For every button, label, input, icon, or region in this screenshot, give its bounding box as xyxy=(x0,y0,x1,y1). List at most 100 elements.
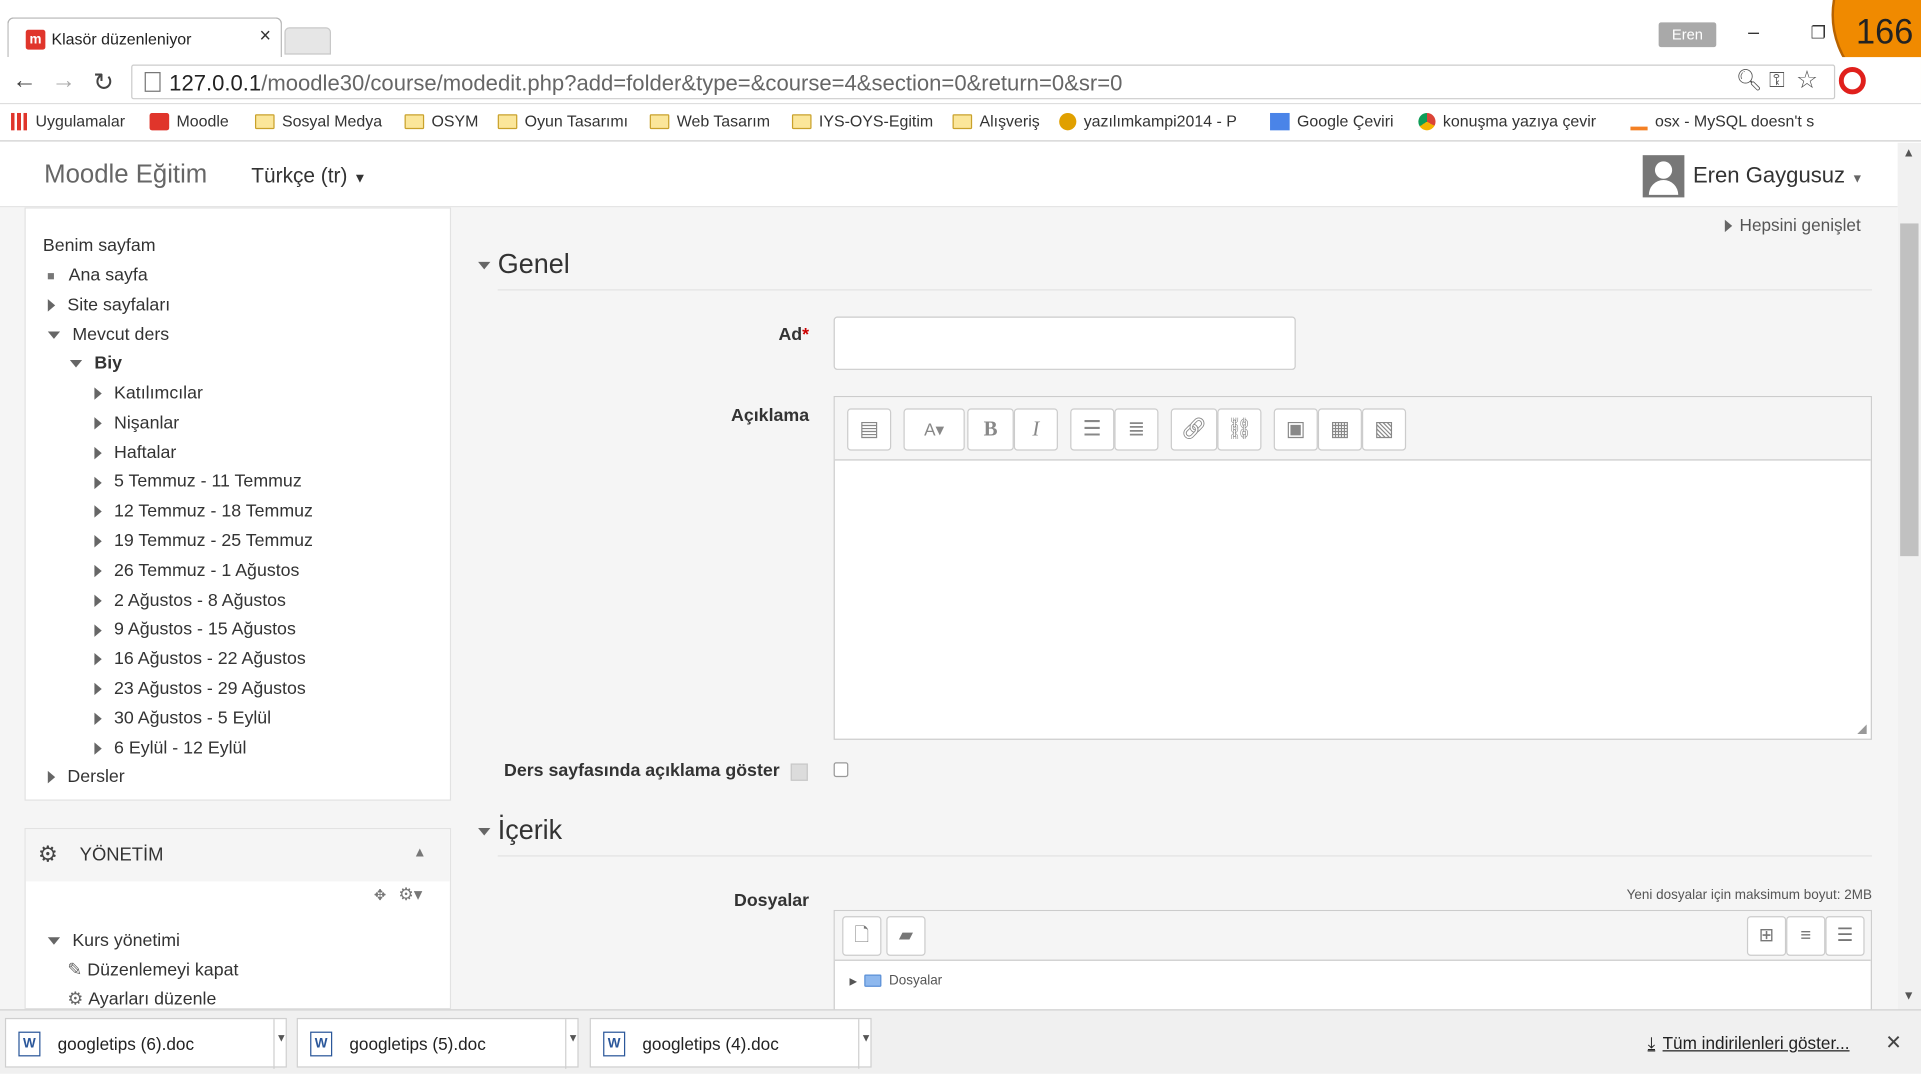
opera-icon[interactable] xyxy=(1838,67,1866,95)
bookmark-speech[interactable]: konuşma yazıya çevir xyxy=(1418,112,1596,130)
create-folder-icon[interactable]: ▰ xyxy=(886,916,926,956)
scrollbar-thumb[interactable] xyxy=(1900,223,1919,557)
font-style-icon[interactable]: A▾ xyxy=(903,408,965,451)
bookmark-moodle[interactable]: Moodle xyxy=(149,112,229,130)
scroll-down-icon[interactable]: ▼ xyxy=(1903,989,1915,1003)
new-tab-button[interactable] xyxy=(284,27,331,55)
nav-course-item[interactable]: 26 Temmuz - 1 Ağustos xyxy=(94,561,299,581)
nav-site-pages[interactable]: Site sayfaları xyxy=(47,295,170,315)
profile-button[interactable]: Eren xyxy=(1658,22,1717,48)
user-avatar[interactable] xyxy=(1642,155,1685,198)
description-editor[interactable]: ▤ A▾ B I ☰ ≣ 🔗︎ ⛓ ▣ ▦ ▧ ◢ xyxy=(833,396,1872,740)
nav-course-item[interactable]: 30 Ağustos - 5 Eylül xyxy=(94,709,271,728)
download-item[interactable]: Wgoogletips (6).doc ▼ xyxy=(4,1017,288,1069)
tab-close-icon[interactable]: × xyxy=(259,26,270,48)
collapse-block-icon[interactable]: ▲ xyxy=(413,845,426,860)
nav-course-item[interactable]: 19 Temmuz - 25 Temmuz xyxy=(94,531,313,551)
nav-course-item[interactable]: 6 Eylül - 12 Eylül xyxy=(94,738,246,758)
name-input[interactable] xyxy=(833,316,1296,370)
nav-course-item[interactable]: 5 Temmuz - 11 Temmuz xyxy=(94,472,302,492)
link-icon[interactable]: 🔗︎ xyxy=(1170,408,1218,451)
back-icon[interactable]: ← xyxy=(12,67,37,96)
turn-editing-off-link[interactable]: ✎ Düzenlemeyi kapat xyxy=(67,961,238,981)
bookmark-apps[interactable]: Uygulamalar xyxy=(11,112,125,130)
resize-handle-icon[interactable]: ◢ xyxy=(1857,722,1866,736)
folder-tree-item[interactable]: ▶ Dosyalar xyxy=(850,973,943,988)
show-all-downloads-link[interactable]: ⤓ Tüm indirilenleri göster... xyxy=(1648,1033,1850,1054)
show-description-checkbox[interactable] xyxy=(833,762,849,778)
section-general-header[interactable]: Genel xyxy=(478,248,570,280)
grid-view-icon[interactable]: ⊞ xyxy=(1746,916,1787,956)
browser-tab[interactable]: m Klasör düzenleniyor × xyxy=(7,17,282,58)
address-bar[interactable]: 127.0.0.1/moodle30/course/modedit.php?ad… xyxy=(131,64,1836,100)
zoom-icon[interactable]: 🔍︎ xyxy=(1736,68,1762,93)
show-description-label: Ders sayfasında açıklama göster xyxy=(503,760,780,781)
nav-course-item[interactable]: Nişanlar xyxy=(94,413,179,433)
bookmark-folder[interactable]: Alışveriş xyxy=(952,112,1040,130)
download-menu-icon[interactable]: ▼ xyxy=(273,1019,288,1069)
bookmark-folder[interactable]: Sosyal Medya xyxy=(254,112,382,130)
file-manager[interactable]: 🗋 ▰ ⊞ ≡ ☰ ▶ Dosyalar xyxy=(833,909,1872,1012)
expand-all-link[interactable]: Hepsini genişlet xyxy=(1724,215,1861,235)
site-brand[interactable]: Moodle Eğitim xyxy=(44,160,207,190)
user-name: Eren Gaygusuz xyxy=(1692,162,1846,188)
bold-icon[interactable]: B xyxy=(967,408,1014,451)
tree-view-icon[interactable]: ☰ xyxy=(1825,916,1865,956)
list-view-icon[interactable]: ≡ xyxy=(1786,916,1826,956)
bookmark-folder[interactable]: OSYM xyxy=(404,112,478,130)
key-icon[interactable]: ⚿ xyxy=(1769,68,1785,93)
editor-toolbar: ▤ A▾ B I ☰ ≣ 🔗︎ ⛓ ▣ ▦ ▧ xyxy=(834,397,1871,461)
stackoverflow-icon xyxy=(1630,112,1648,130)
nav-current-course[interactable]: Mevcut ders xyxy=(47,325,169,345)
scroll-up-icon[interactable]: ▲ xyxy=(1903,146,1915,160)
unlink-icon[interactable]: ⛓ xyxy=(1217,408,1262,451)
edit-settings-link[interactable]: ⚙ Ayarları düzenle xyxy=(67,989,216,1009)
nav-courses[interactable]: Dersler xyxy=(47,767,125,787)
help-icon[interactable] xyxy=(790,763,808,781)
reload-icon[interactable]: ↻ xyxy=(93,67,114,98)
forward-icon[interactable]: → xyxy=(51,67,76,96)
restore-icon[interactable]: ❐ xyxy=(1811,22,1826,43)
bookmark-stackoverflow[interactable]: osx - MySQL doesn't s xyxy=(1630,112,1814,130)
download-menu-icon[interactable]: ▼ xyxy=(565,1019,580,1069)
image-icon[interactable]: ▣ xyxy=(1273,408,1318,451)
download-item[interactable]: Wgoogletips (4).doc ▼ xyxy=(589,1017,873,1069)
download-menu-icon[interactable]: ▼ xyxy=(858,1019,873,1069)
nav-course[interactable]: Biy xyxy=(69,354,122,374)
nav-home[interactable]: Ana sayfa xyxy=(47,266,148,286)
download-item[interactable]: Wgoogletips (5).doc ▼ xyxy=(296,1017,580,1069)
bookmark-star-icon[interactable]: ☆ xyxy=(1796,65,1818,96)
block-header: ⚙ YÖNETİM ▲ xyxy=(25,829,450,882)
section-content-header[interactable]: İçerik xyxy=(478,814,562,846)
add-file-icon[interactable]: 🗋 xyxy=(842,916,882,956)
move-icon[interactable]: ✥ xyxy=(374,886,386,903)
nav-course-admin[interactable]: Kurs yönetimi xyxy=(47,931,180,951)
media-icon[interactable]: ▦ xyxy=(1317,408,1362,451)
nav-course-item[interactable]: 12 Temmuz - 18 Temmuz xyxy=(94,502,313,522)
nav-course-item[interactable]: Haftalar xyxy=(94,443,176,463)
nav-my-page[interactable]: Benim sayfam xyxy=(43,236,156,256)
nav-course-item[interactable]: Katılımcılar xyxy=(94,384,203,403)
nav-course-item[interactable]: 23 Ağustos - 29 Ağustos xyxy=(94,679,306,699)
folder-icon xyxy=(864,974,882,987)
nav-course-item[interactable]: 2 Ağustos - 8 Ağustos xyxy=(94,590,286,610)
language-menu[interactable]: Türkçe (tr) ▼ xyxy=(251,164,366,189)
user-menu[interactable]: Eren Gaygusuz ▼ xyxy=(1693,163,1863,189)
bookmark-yazilimkampi[interactable]: yazılımkampi2014 - P xyxy=(1059,112,1237,130)
bullet-icon xyxy=(47,272,54,279)
bookmark-google-translate[interactable]: Google Çeviri xyxy=(1270,112,1394,130)
bookmark-folder[interactable]: IYS-OYS-Egitim xyxy=(791,112,933,130)
numbered-list-icon[interactable]: ≣ xyxy=(1114,408,1159,451)
italic-icon[interactable]: I xyxy=(1013,408,1058,451)
nav-course-item[interactable]: 16 Ağustos - 22 Ağustos xyxy=(94,649,306,669)
bookmark-folder[interactable]: Oyun Tasarımı xyxy=(497,112,628,130)
file-manager-icon[interactable]: ▧ xyxy=(1361,408,1407,451)
bullet-list-icon[interactable]: ☰ xyxy=(1070,408,1115,451)
minimize-icon[interactable]: – xyxy=(1748,22,1759,44)
badge-number: 166 xyxy=(1856,12,1914,51)
toolbar-toggle-icon[interactable]: ▤ xyxy=(847,408,892,451)
bookmark-folder[interactable]: Web Tasarım xyxy=(649,112,770,130)
block-actions-icon[interactable]: ⚙▾ xyxy=(398,884,422,905)
close-downloads-icon[interactable]: ✕ xyxy=(1885,1030,1901,1055)
nav-course-item[interactable]: 9 Ağustos - 15 Ağustos xyxy=(94,620,296,640)
